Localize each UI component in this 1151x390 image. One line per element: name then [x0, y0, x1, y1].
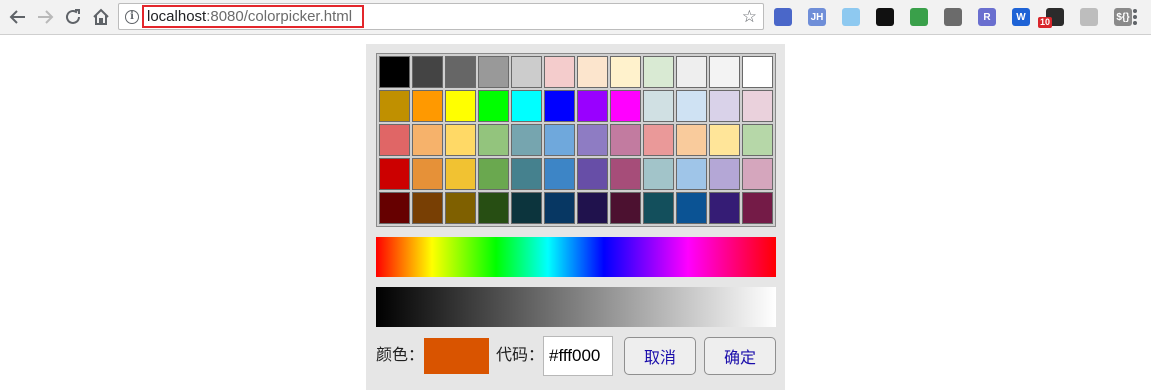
color-swatch[interactable] [676, 124, 707, 156]
gear-extension-icon[interactable] [944, 8, 962, 26]
hue-spectrum-bar[interactable] [376, 237, 776, 277]
color-swatch[interactable] [544, 56, 575, 88]
bookmark-star-icon[interactable]: ☆ [742, 7, 757, 26]
color-palette [376, 53, 776, 227]
w-extension-icon[interactable]: W [1012, 8, 1030, 26]
color-swatch[interactable] [544, 158, 575, 190]
color-swatch[interactable] [610, 158, 641, 190]
color-swatch[interactable] [577, 192, 608, 224]
color-swatch[interactable] [643, 56, 674, 88]
browser-menu-icon[interactable] [1128, 8, 1142, 26]
color-swatch[interactable] [478, 90, 509, 122]
color-swatch[interactable] [676, 158, 707, 190]
eye-extension-icon[interactable] [876, 8, 894, 26]
color-swatch[interactable] [544, 90, 575, 122]
color-swatch[interactable] [742, 124, 773, 156]
color-swatch[interactable] [544, 192, 575, 224]
translate-extension-icon[interactable] [774, 8, 792, 26]
color-swatch[interactable] [445, 158, 476, 190]
color-swatch[interactable] [610, 90, 641, 122]
color-swatch[interactable] [742, 56, 773, 88]
color-swatch[interactable] [511, 124, 542, 156]
color-swatch[interactable] [643, 90, 674, 122]
color-swatch[interactable] [379, 192, 410, 224]
color-swatch[interactable] [709, 90, 740, 122]
color-swatch[interactable] [676, 56, 707, 88]
color-swatch[interactable] [643, 124, 674, 156]
color-swatch[interactable] [478, 56, 509, 88]
extension-badge: 10 [1038, 17, 1053, 28]
color-swatch[interactable] [445, 90, 476, 122]
info-icon[interactable]: i [125, 10, 139, 24]
color-swatch[interactable] [379, 158, 410, 190]
color-swatch[interactable] [709, 124, 740, 156]
reload-icon[interactable] [60, 5, 86, 29]
forward-arrow-icon[interactable] [32, 5, 58, 29]
cancel-button[interactable]: 取消 [624, 337, 696, 375]
color-code-input[interactable] [543, 336, 613, 376]
color-swatch[interactable] [379, 124, 410, 156]
color-swatch[interactable] [412, 158, 443, 190]
r-extension-icon[interactable]: R [978, 8, 996, 26]
shield-extension-icon[interactable] [910, 8, 928, 26]
color-swatch[interactable] [478, 192, 509, 224]
color-swatch[interactable] [445, 56, 476, 88]
url-path: :8080/colorpicker.html [206, 8, 353, 25]
color-swatch[interactable] [577, 158, 608, 190]
pen-extension-icon[interactable] [1080, 8, 1098, 26]
color-label: 颜色： [376, 347, 425, 364]
browser-toolbar: i localhost:8080/colorpicker.html ☆ JH R W… [0, 0, 1151, 35]
color-swatch[interactable] [577, 90, 608, 122]
color-swatch[interactable] [610, 56, 641, 88]
color-swatch[interactable] [709, 158, 740, 190]
ring-extension-icon[interactable] [842, 8, 860, 26]
color-swatch[interactable] [610, 124, 641, 156]
url-host: localhost [147, 8, 207, 25]
color-preview-swatch [424, 338, 489, 374]
color-swatch[interactable] [412, 90, 443, 122]
color-swatch[interactable] [544, 124, 575, 156]
color-swatch[interactable] [478, 158, 509, 190]
color-swatch[interactable] [511, 192, 542, 224]
color-picker: 颜色： 代码： 取消 确定 [366, 44, 785, 390]
address-bar[interactable]: i localhost:8080/colorpicker.html ☆ [118, 3, 764, 30]
color-swatch[interactable] [676, 90, 707, 122]
url-text[interactable]: localhost:8080/colorpicker.html [142, 5, 364, 28]
color-swatch[interactable] [742, 90, 773, 122]
color-swatch[interactable] [709, 192, 740, 224]
home-icon[interactable] [88, 5, 114, 29]
jh-extension-icon[interactable]: JH [808, 8, 826, 26]
color-swatch[interactable] [445, 124, 476, 156]
color-swatch[interactable] [412, 124, 443, 156]
back-arrow-icon[interactable] [5, 5, 31, 29]
color-swatch[interactable] [643, 192, 674, 224]
color-swatch[interactable] [610, 192, 641, 224]
color-swatch[interactable] [379, 56, 410, 88]
color-swatch[interactable] [511, 158, 542, 190]
color-swatch[interactable] [379, 90, 410, 122]
color-swatch[interactable] [742, 192, 773, 224]
color-swatch[interactable] [511, 90, 542, 122]
color-swatch[interactable] [709, 56, 740, 88]
grayscale-bar[interactable] [376, 287, 776, 327]
color-swatch[interactable] [478, 124, 509, 156]
color-swatch[interactable] [676, 192, 707, 224]
color-swatch[interactable] [577, 56, 608, 88]
color-swatch[interactable] [577, 124, 608, 156]
color-swatch[interactable] [412, 56, 443, 88]
color-swatch[interactable] [445, 192, 476, 224]
color-swatch[interactable] [511, 56, 542, 88]
color-swatch[interactable] [643, 158, 674, 190]
picker-footer: 颜色： 代码： 取消 确定 [366, 336, 785, 376]
color-swatch[interactable] [412, 192, 443, 224]
color-swatch[interactable] [742, 158, 773, 190]
code-label: 代码： [496, 347, 545, 364]
confirm-button[interactable]: 确定 [704, 337, 776, 375]
